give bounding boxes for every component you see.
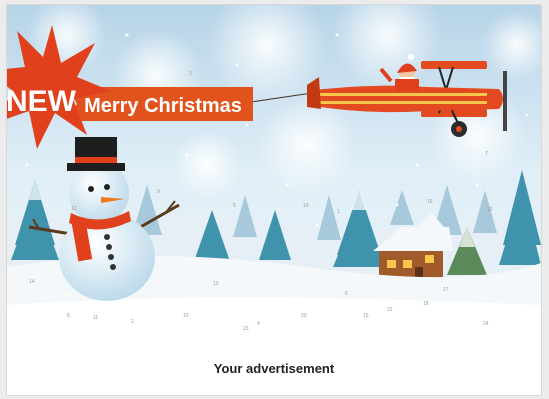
door-number: 17 [443, 287, 449, 293]
door-number: 2 [131, 319, 134, 325]
door-number: 8 [67, 313, 70, 319]
door-number: 15 [363, 313, 369, 319]
door-number: 12 [71, 206, 77, 212]
door-number: 22 [487, 207, 493, 213]
new-badge-label: NEW [7, 85, 77, 118]
advertisement-caption: Your advertisement [213, 361, 335, 376]
advent-calendar-card: Merry Christmas NEW 3 7 12 5 19 22 1 16 … [6, 4, 542, 396]
snow-foreground [7, 297, 541, 335]
door-number: 7 [485, 151, 488, 157]
door-number: 24 [483, 321, 489, 327]
door-number: 16 [427, 199, 433, 205]
door-number: 13 [213, 281, 219, 287]
door-number: 9 [157, 189, 160, 195]
door-number: 1 [337, 209, 340, 215]
door-number: 20 [301, 313, 307, 319]
door-number: 6 [345, 291, 348, 297]
door-number: 11 [93, 315, 98, 321]
banner-text: Merry Christmas [84, 95, 242, 117]
door-number: 21 [387, 307, 393, 313]
door-number: 3 [189, 71, 192, 77]
door-number: 19 [303, 203, 309, 209]
door-number: 23 [243, 326, 249, 332]
door-number: 4 [257, 321, 260, 327]
door-number: 10 [183, 313, 189, 319]
advent-calendar-scene: Merry Christmas NEW 3 7 12 5 19 22 1 16 … [7, 5, 541, 335]
door-number: 18 [423, 301, 429, 307]
door-number: 5 [233, 203, 236, 209]
door-number: 14 [29, 279, 35, 285]
